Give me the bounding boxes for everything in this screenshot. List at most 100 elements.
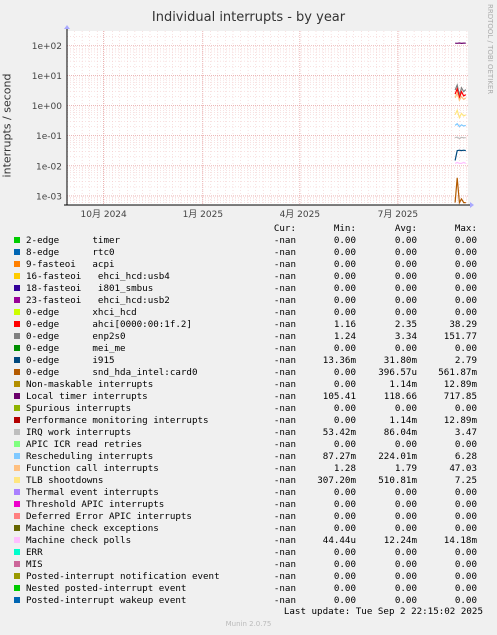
value-cur: -nan [273, 463, 296, 474]
legend-row: 0-edge ahci[0000:00:1f.2] -nan 1.16 2.35 38.… [0, 319, 497, 331]
legend-swatch [14, 585, 20, 591]
value-max: 2.79 [454, 355, 477, 366]
value-avg: 0.00 [394, 523, 417, 534]
value-min: 53.42m [322, 427, 356, 438]
legend-row: Thermal event interrupts -nan 0.00 0.00 0.00 [0, 487, 497, 499]
value-avg: 396.57u [378, 367, 417, 378]
legend-swatch [14, 513, 20, 519]
value-max: 0.00 [454, 487, 477, 498]
legend-swatch [14, 549, 20, 555]
chart-plot: 1e-03 1e-02 1e-01 1e+00 1e+01 1e+02 10月 2024 1月… [32, 25, 474, 220]
legend-name: 9-fasteoi acpi [26, 259, 115, 270]
legend-row: 2-edge timer -nan 0.00 0.00 0.00 [0, 235, 497, 247]
value-min: 13.36m [322, 355, 356, 366]
legend-name: 18-fasteoi i801_smbus [26, 283, 154, 294]
value-max: 561.87m [438, 367, 477, 378]
value-avg: 0.00 [394, 547, 417, 558]
x-tick-label: 1月 2025 [183, 209, 224, 220]
value-cur: -nan [273, 259, 296, 270]
legend-swatch [14, 333, 20, 339]
value-max: 0.00 [454, 547, 477, 558]
legend-name: TLB shootdowns [26, 475, 104, 486]
x-tick-label: 10月 2024 [81, 209, 127, 220]
value-avg: 224.01m [378, 451, 417, 462]
value-min: 0.00 [333, 547, 356, 558]
value-max: 717.85 [443, 391, 477, 402]
value-cur: -nan [273, 559, 296, 570]
legend-name: Posted-interrupt notification event [26, 571, 220, 582]
y-axis-arrow [64, 25, 70, 29]
value-min: 0.00 [333, 511, 356, 522]
value-cur: -nan [273, 319, 296, 330]
value-avg: 0.00 [394, 511, 417, 522]
value-min: 0.00 [333, 487, 356, 498]
legend-name: Machine check polls [26, 535, 132, 546]
legend-name: 0-edge enp2s0 [26, 331, 126, 342]
value-max: 0.00 [454, 295, 477, 306]
legend-swatch [14, 381, 20, 387]
value-avg: 0.00 [394, 499, 417, 510]
header-cur: Cur: [273, 223, 296, 234]
header-avg: Avg: [394, 223, 417, 234]
legend-name: APIC ICR read retries [26, 439, 143, 450]
value-min: 307.20m [317, 475, 356, 486]
value-max: 7.25 [454, 475, 477, 486]
value-max: 6.28 [454, 451, 477, 462]
value-cur: -nan [273, 487, 296, 498]
value-cur: -nan [273, 535, 296, 546]
legend-swatch [14, 573, 20, 579]
value-max: 0.00 [454, 511, 477, 522]
legend-swatch [14, 237, 20, 243]
value-min: 0.00 [333, 403, 356, 414]
value-cur: -nan [273, 427, 296, 438]
value-min: 0.00 [333, 271, 356, 282]
value-max: 0.00 [454, 271, 477, 282]
value-min: 0.00 [333, 523, 356, 534]
value-min: 1.28 [333, 463, 356, 474]
legend-name: Function call interrupts [26, 463, 159, 474]
value-min: 0.00 [333, 415, 356, 426]
legend-name: Performance monitoring interrupts [26, 415, 209, 426]
legend-row: 0-edge snd_hda_intel:card0 -nan 0.00 396.57… [0, 367, 497, 379]
legend-row: Local timer interrupts -nan 105.41 118.66 71… [0, 391, 497, 403]
y-tick-label: 1e+00 [32, 102, 63, 112]
legend-row: Posted-interrupt notification event -nan 0… [0, 571, 497, 583]
x-tick-label: 7月 2025 [378, 209, 419, 220]
y-tick-label: 1e+01 [32, 72, 62, 82]
value-cur: -nan [273, 415, 296, 426]
legend-row: Machine check polls -nan 44.44u 12.24m 14.18… [0, 535, 497, 547]
legend-swatch [14, 453, 20, 459]
legend-swatch [14, 321, 20, 327]
y-tick-label: 1e-03 [36, 192, 62, 202]
value-min: 0.00 [333, 235, 356, 246]
value-cur: -nan [273, 547, 296, 558]
legend-row: Rescheduling interrupts -nan 87.27m 224.01m… [0, 451, 497, 463]
legend-name: Nested posted-interrupt event [26, 583, 187, 594]
value-cur: -nan [273, 595, 296, 606]
legend-swatch [14, 297, 20, 303]
legend-swatch [14, 561, 20, 567]
legend-swatch [14, 393, 20, 399]
value-avg: 0.00 [394, 439, 417, 450]
value-cur: -nan [273, 271, 296, 282]
legend-swatch [14, 273, 20, 279]
value-min: 0.00 [333, 595, 356, 606]
header-max: Max: [454, 223, 477, 234]
value-min: 1.16 [333, 319, 356, 330]
legend-name: 0-edge xhci_hcd [26, 307, 137, 318]
value-max: 0.00 [454, 343, 477, 354]
value-cur: -nan [273, 367, 296, 378]
legend-swatch [14, 345, 20, 351]
value-cur: -nan [273, 499, 296, 510]
value-max: 12.89m [443, 379, 477, 390]
value-avg: 0.00 [394, 247, 417, 258]
value-cur: -nan [273, 451, 296, 462]
legend-name: 16-fasteoi ehci_hcd:usb4 [26, 271, 170, 282]
value-min: 0.00 [333, 499, 356, 510]
value-avg: 0.00 [394, 271, 417, 282]
value-min: 0.00 [333, 571, 356, 582]
value-max: 0.00 [454, 523, 477, 534]
legend-row: MIS -nan 0.00 0.00 0.00 [0, 559, 497, 571]
value-avg: 0.00 [394, 571, 417, 582]
value-max: 0.00 [454, 571, 477, 582]
